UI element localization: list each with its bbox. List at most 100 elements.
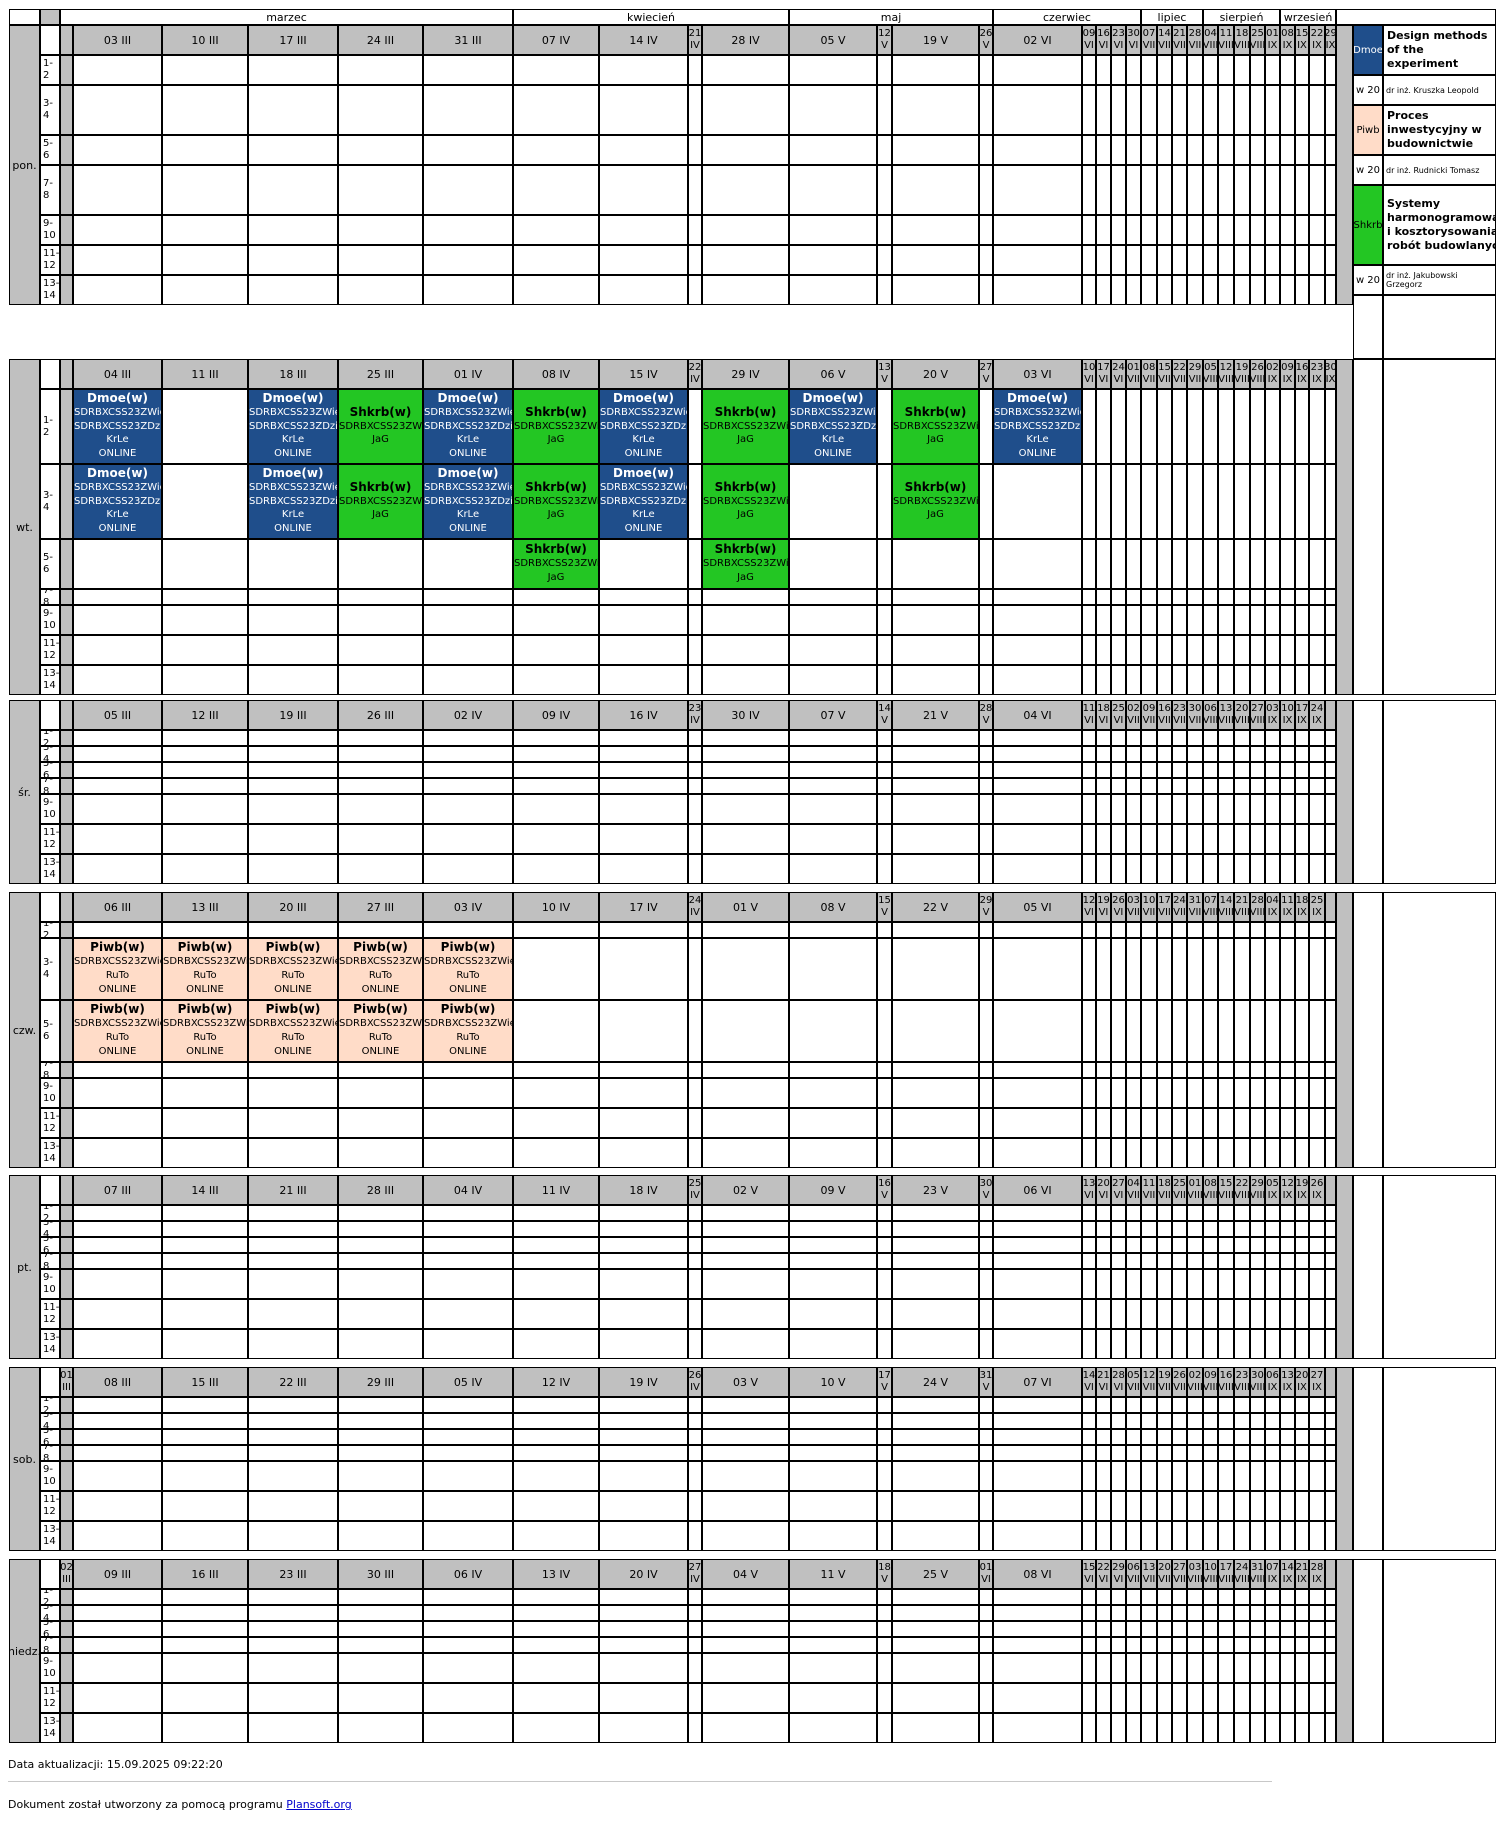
timetable-slot[interactable] xyxy=(1265,135,1280,165)
timetable-slot[interactable] xyxy=(789,1397,877,1413)
timetable-slot[interactable] xyxy=(423,1237,513,1253)
timetable-slot[interactable] xyxy=(892,85,979,135)
timetable-slot[interactable] xyxy=(1250,824,1265,854)
timetable-slot[interactable] xyxy=(338,605,423,635)
plansoft-link[interactable]: Plansoft.org xyxy=(286,1798,351,1811)
timetable-slot[interactable] xyxy=(702,1299,789,1329)
timetable-slot[interactable] xyxy=(162,665,248,695)
timetable-slot[interactable] xyxy=(1218,1621,1234,1637)
timetable-slot[interactable] xyxy=(1234,824,1250,854)
timetable-slot[interactable] xyxy=(1172,1253,1187,1269)
timetable-slot[interactable] xyxy=(1295,589,1309,605)
timetable-slot[interactable] xyxy=(702,1589,789,1605)
timetable-slot[interactable] xyxy=(688,762,702,778)
timetable-slot[interactable] xyxy=(1309,1413,1325,1429)
timetable-slot[interactable] xyxy=(513,1329,599,1359)
timetable-slot[interactable] xyxy=(1325,665,1336,695)
timetable-slot[interactable] xyxy=(1111,1397,1126,1413)
timetable-slot[interactable] xyxy=(1187,85,1203,135)
timetable-slot[interactable] xyxy=(162,1299,248,1329)
timetable-slot[interactable] xyxy=(1295,1413,1309,1429)
timetable-slot[interactable] xyxy=(248,165,338,215)
timetable-slot[interactable] xyxy=(1295,1429,1309,1445)
timetable-slot[interactable] xyxy=(1250,1329,1265,1359)
timetable-slot[interactable] xyxy=(1126,1269,1141,1299)
timetable-slot[interactable] xyxy=(1325,1062,1336,1078)
timetable-slot[interactable] xyxy=(162,1605,248,1621)
timetable-slot[interactable] xyxy=(702,1221,789,1237)
timetable-slot[interactable] xyxy=(979,1299,993,1329)
timetable-slot[interactable] xyxy=(1172,464,1187,539)
timetable-slot[interactable] xyxy=(1157,1397,1172,1413)
timetable-slot[interactable] xyxy=(892,1713,979,1743)
timetable-slot[interactable] xyxy=(702,275,789,305)
timetable-slot[interactable] xyxy=(1234,762,1250,778)
timetable-slot[interactable] xyxy=(1126,1445,1141,1461)
timetable-slot[interactable] xyxy=(702,1329,789,1359)
timetable-slot[interactable] xyxy=(1157,245,1172,275)
timetable-slot[interactable] xyxy=(73,1589,162,1605)
timetable-slot[interactable] xyxy=(423,1429,513,1445)
timetable-slot[interactable] xyxy=(73,824,162,854)
timetable-slot[interactable] xyxy=(1234,1205,1250,1221)
timetable-slot[interactable] xyxy=(1280,215,1295,245)
timetable-slot[interactable] xyxy=(162,55,248,85)
timetable-slot[interactable] xyxy=(1096,1637,1111,1653)
timetable-slot[interactable] xyxy=(1203,1108,1218,1138)
timetable-slot[interactable] xyxy=(248,635,338,665)
timetable-slot[interactable] xyxy=(1187,635,1203,665)
timetable-slot[interactable] xyxy=(73,215,162,245)
timetable-slot[interactable] xyxy=(877,1589,892,1605)
timetable-slot[interactable] xyxy=(73,794,162,824)
timetable-slot[interactable] xyxy=(877,762,892,778)
timetable-slot[interactable] xyxy=(892,1491,979,1521)
timetable-slot[interactable] xyxy=(1141,1397,1157,1413)
timetable-slot[interactable] xyxy=(1111,275,1126,305)
timetable-slot[interactable] xyxy=(688,1205,702,1221)
timetable-slot[interactable] xyxy=(979,1397,993,1413)
timetable-slot[interactable] xyxy=(789,1253,877,1269)
timetable-slot[interactable] xyxy=(1203,1637,1218,1653)
timetable-slot[interactable] xyxy=(1325,1108,1336,1138)
timetable-slot[interactable] xyxy=(599,762,688,778)
timetable-slot[interactable] xyxy=(248,1237,338,1253)
timetable-slot[interactable] xyxy=(993,605,1082,635)
timetable-slot[interactable] xyxy=(423,1253,513,1269)
timetable-slot[interactable] xyxy=(513,215,599,245)
timetable-slot[interactable] xyxy=(1250,1269,1265,1299)
timetable-slot[interactable] xyxy=(1218,1329,1234,1359)
timetable-slot[interactable] xyxy=(1250,1713,1265,1743)
timetable-slot[interactable] xyxy=(1203,215,1218,245)
timetable-slot[interactable] xyxy=(877,665,892,695)
timetable-slot[interactable] xyxy=(702,1429,789,1445)
timetable-slot[interactable] xyxy=(599,922,688,938)
timetable-slot[interactable] xyxy=(599,1000,688,1062)
timetable-slot[interactable] xyxy=(1234,1108,1250,1138)
timetable-slot[interactable] xyxy=(789,824,877,854)
timetable-slot[interactable] xyxy=(1234,1683,1250,1713)
timetable-slot[interactable] xyxy=(1325,589,1336,605)
timetable-slot[interactable] xyxy=(1325,730,1336,746)
timetable-slot[interactable] xyxy=(979,1683,993,1713)
timetable-slot[interactable] xyxy=(1126,730,1141,746)
timetable-slot[interactable] xyxy=(513,1078,599,1108)
timetable-slot[interactable] xyxy=(513,1713,599,1743)
timetable-slot[interactable] xyxy=(1309,1078,1325,1108)
timetable-slot[interactable] xyxy=(73,730,162,746)
timetable-slot[interactable] xyxy=(1280,1589,1295,1605)
timetable-slot[interactable] xyxy=(73,1683,162,1713)
timetable-slot[interactable] xyxy=(1126,1589,1141,1605)
timetable-slot[interactable] xyxy=(1141,1000,1157,1062)
timetable-slot[interactable] xyxy=(338,1683,423,1713)
timetable-slot[interactable] xyxy=(1265,1445,1280,1461)
timetable-slot[interactable] xyxy=(1280,1253,1295,1269)
timetable-slot[interactable] xyxy=(1172,730,1187,746)
timetable-slot[interactable] xyxy=(1157,1491,1172,1521)
timetable-slot[interactable] xyxy=(892,1108,979,1138)
timetable-slot[interactable] xyxy=(1234,1000,1250,1062)
timetable-slot[interactable] xyxy=(1295,85,1309,135)
timetable-slot[interactable] xyxy=(338,730,423,746)
timetable-slot[interactable] xyxy=(338,165,423,215)
timetable-slot[interactable] xyxy=(1172,938,1187,1000)
timetable-slot[interactable] xyxy=(423,275,513,305)
